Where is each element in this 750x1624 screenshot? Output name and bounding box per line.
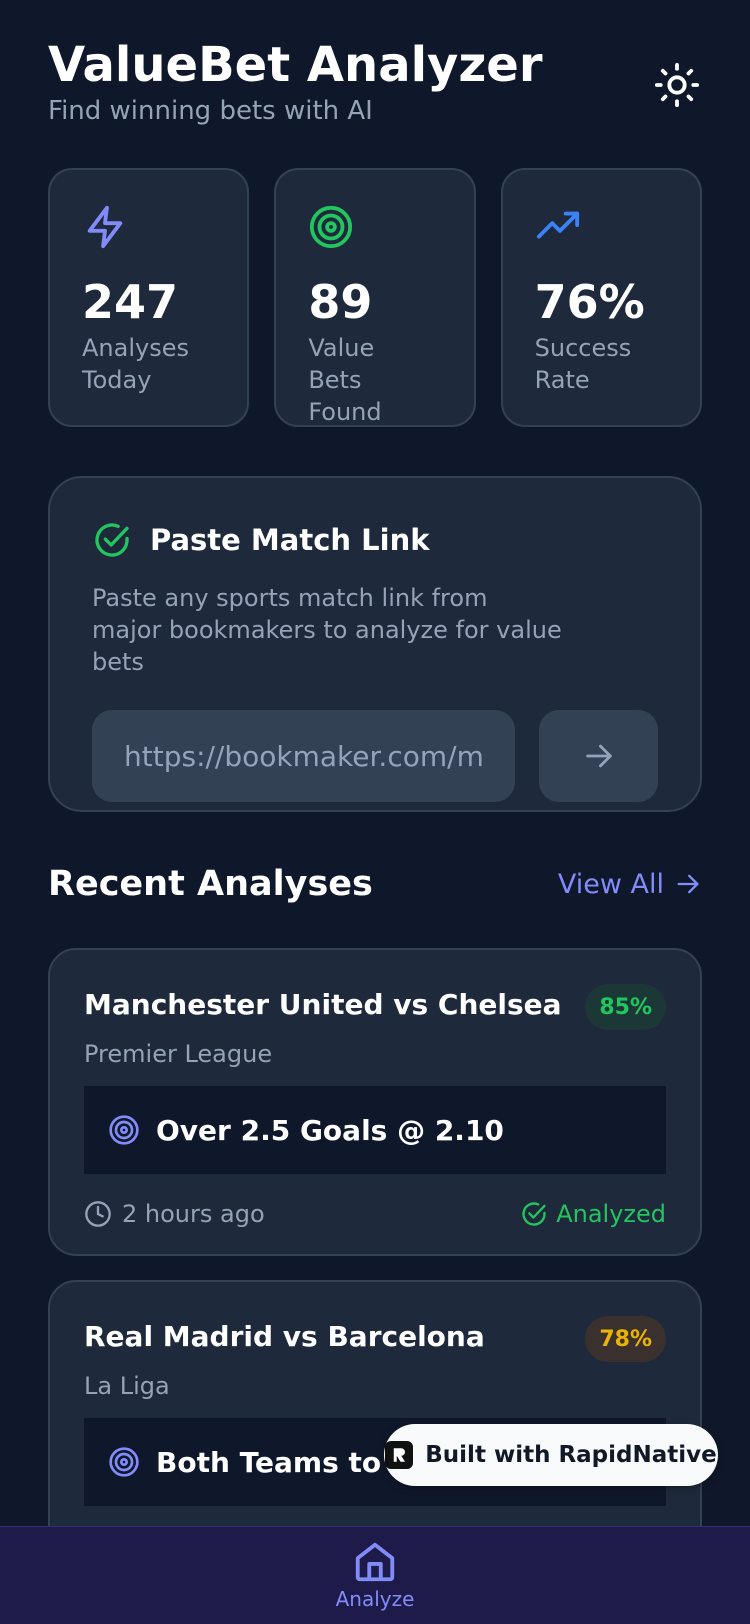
rapidnative-logo-icon: [385, 1441, 414, 1469]
input-row: [92, 710, 658, 802]
lightning-icon: [87, 205, 123, 249]
app-subtitle: Find winning bets with AI: [48, 96, 373, 126]
match-title: Real Madrid vs Barcelona: [84, 1320, 485, 1353]
header: ValueBet Analyzer Find winning bets with…: [48, 36, 702, 126]
arrow-right-icon: [677, 874, 699, 894]
sun-icon: [654, 62, 700, 108]
league-label: Premier League: [84, 1040, 273, 1068]
clock-icon: [85, 1201, 111, 1227]
time-ago: 2 hours ago: [84, 1200, 265, 1228]
confidence-badge: 85%: [585, 984, 666, 1030]
check-circle-icon: [522, 1202, 546, 1226]
bottom-nav: Analyze: [0, 1526, 750, 1624]
theme-toggle-button[interactable]: [652, 60, 702, 110]
analysis-card-top: Real Madrid vs Barcelona 78%: [84, 1316, 666, 1362]
stat-card-value-bets: 89 Value Bets Found: [274, 168, 476, 427]
recent-analyses-header: Recent Analyses View All: [48, 864, 702, 904]
analysis-card-top: Manchester United vs Chelsea 85%: [84, 984, 666, 1030]
check-circle-icon: [95, 523, 129, 557]
status-label: Analyzed: [556, 1200, 666, 1228]
league-label: La Liga: [84, 1372, 170, 1400]
section-title: Recent Analyses: [48, 864, 373, 904]
analysis-card[interactable]: Manchester United vs Chelsea 85% Premier…: [48, 948, 702, 1256]
badge-label: Built with RapidNative: [425, 1442, 717, 1468]
time-ago-label: 2 hours ago: [122, 1200, 265, 1228]
pick-box: Over 2.5 Goals @ 2.10: [84, 1086, 666, 1174]
analysis-card-footer: 2 hours ago Analyzed: [84, 1174, 666, 1254]
trending-up-icon: [536, 211, 579, 239]
analyze-submit-button[interactable]: [539, 710, 658, 802]
status-analyzed: Analyzed: [520, 1200, 666, 1228]
view-all-label: View All: [557, 868, 664, 900]
paste-header: Paste Match Link: [92, 520, 658, 560]
home-icon: [355, 1542, 395, 1582]
confidence-badge: 78%: [585, 1316, 666, 1362]
stats-row: 247 Analyses Today 89 Value Bets Found 7…: [48, 168, 702, 427]
view-all-link[interactable]: View All: [558, 869, 702, 900]
paste-link-card: Paste Match Link Paste any sports match …: [48, 476, 702, 812]
stat-value: 89: [308, 275, 373, 329]
pick-text: Over 2.5 Goals @ 2.10: [156, 1113, 504, 1147]
stat-card-analyses: 247 Analyses Today: [48, 168, 250, 427]
stat-card-success-rate: 76% Success Rate: [500, 168, 702, 427]
target-icon: [109, 1115, 139, 1145]
arrow-right-icon: [585, 744, 612, 768]
target-icon: [310, 205, 353, 249]
match-link-input[interactable]: [92, 710, 515, 802]
nav-label: Analyze: [335, 1587, 415, 1611]
stat-value: 76%: [534, 275, 645, 329]
match-title: Manchester United vs Chelsea: [84, 988, 562, 1021]
target-icon: [109, 1447, 139, 1477]
stat-value: 247: [82, 275, 179, 329]
stat-label: Value Bets Found: [308, 334, 382, 426]
built-with-badge[interactable]: Built with RapidNative: [384, 1424, 718, 1486]
paste-description: Paste any sports match link from major b…: [92, 584, 562, 676]
stat-label: Analyses Today: [82, 334, 189, 394]
stat-label: Success Rate: [534, 334, 632, 394]
nav-item-analyze[interactable]: Analyze: [335, 1527, 415, 1624]
app-title: ValueBet Analyzer: [48, 37, 543, 93]
paste-title: Paste Match Link: [150, 523, 430, 557]
